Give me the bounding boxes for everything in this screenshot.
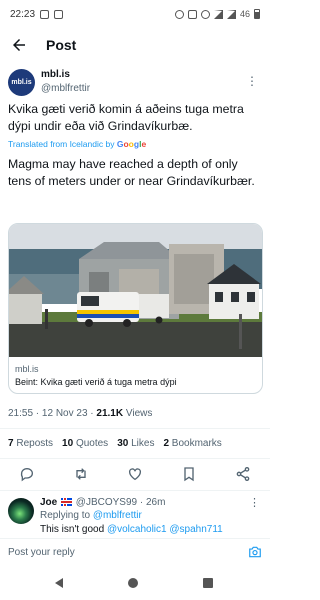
translated-label[interactable]: Translated from Icelandic by Google	[8, 139, 146, 149]
bookmark-icon[interactable]	[181, 466, 197, 482]
card-domain: mbl.is	[15, 364, 39, 374]
avatar[interactable]: mbl.is	[8, 69, 35, 96]
camera-icon[interactable]	[248, 545, 262, 559]
nav-back-icon[interactable]	[55, 578, 63, 588]
post-time: 21:55	[8, 408, 34, 419]
post-date: 12 Nov 23	[41, 408, 88, 419]
views-count: 21.1K	[96, 408, 124, 419]
reply-composer[interactable]: Post your reply	[0, 538, 270, 566]
author-handle[interactable]: @mblfrettir	[41, 83, 90, 94]
stat-reposts[interactable]: 7 Reposts	[8, 438, 53, 449]
post-translation: Magma may have reached a depth of only t…	[8, 157, 255, 188]
avatar[interactable]	[8, 498, 34, 524]
divider	[0, 490, 270, 491]
reply-author-handle: @JBCOYS99	[75, 497, 138, 508]
reply-age: 26m	[145, 497, 166, 508]
action-bar	[0, 461, 270, 487]
battery-icon	[254, 9, 260, 19]
battery-level: 46	[239, 9, 250, 19]
card-image	[9, 224, 262, 357]
reply-mentions[interactable]: @volcaholic1 @spahn711	[107, 524, 223, 535]
stat-likes[interactable]: 30 Likes	[117, 438, 154, 449]
post-meta: 21:55 · 12 Nov 23 · 21.1K Views	[8, 408, 153, 419]
reply-text: This isn't good @volcaholic1 @spahn711	[40, 524, 223, 535]
replying-to: Replying to @mblfrettir	[40, 510, 142, 521]
alarm-icon	[174, 9, 184, 19]
iceland-flag-icon	[61, 498, 73, 506]
stat-bookmarks[interactable]: 2 Bookmarks	[163, 438, 221, 449]
system-nav-bar	[0, 566, 270, 600]
post-text: Kvika gæti verið komin á aðeins tuga met…	[8, 102, 244, 133]
post-author: mbl.is mbl.is @mblfrettir ⋮	[8, 68, 262, 98]
top-bar: Post	[0, 30, 270, 60]
more-icon[interactable]: ⋮	[249, 496, 260, 509]
reply-icon[interactable]	[19, 466, 35, 482]
views-label: Views	[125, 408, 153, 419]
google-logo: Google	[116, 139, 147, 149]
status-bar: 22:23 46	[0, 0, 270, 28]
like-icon[interactable]	[127, 466, 143, 482]
more-icon[interactable]: ⋮	[246, 74, 258, 88]
stat-quotes[interactable]: 10 Quotes	[62, 438, 108, 449]
back-arrow-icon[interactable]	[10, 36, 28, 54]
post-stats: 7 Reposts 10 Quotes 30 Likes 2 Bookmarks	[8, 438, 222, 449]
nfc-icon	[187, 9, 197, 19]
wifi-icon	[213, 9, 223, 19]
status-time: 22:23	[10, 8, 36, 20]
reply-item[interactable]: Joe @JBCOYS99 · 26m ⋮ Replying to @mblfr…	[0, 496, 270, 538]
signal-icon	[226, 9, 236, 19]
page-title: Post	[46, 37, 77, 53]
nav-home-icon[interactable]	[128, 578, 138, 588]
divider	[0, 458, 270, 459]
repost-icon[interactable]	[73, 466, 89, 482]
card-title: Beint: Kvika gæti verið á tuga metra dýp…	[15, 377, 177, 387]
reply-author-name[interactable]: Joe	[40, 497, 57, 508]
link-card[interactable]: mbl.is Beint: Kvika gæti verið á tuga me…	[8, 223, 263, 394]
share-icon[interactable]	[235, 466, 251, 482]
dnd-icon	[200, 9, 210, 19]
reply-header: Joe @JBCOYS99 · 26m	[40, 497, 166, 508]
translated-text: Translated from Icelandic by	[8, 139, 115, 149]
reply-input[interactable]: Post your reply	[8, 547, 75, 558]
nav-recents-icon[interactable]	[203, 578, 213, 588]
app-icon	[54, 9, 64, 19]
author-name[interactable]: mbl.is	[41, 69, 70, 80]
divider	[0, 428, 270, 429]
notification-icon	[40, 9, 50, 19]
replying-to-handle[interactable]: @mblfrettir	[93, 510, 142, 521]
